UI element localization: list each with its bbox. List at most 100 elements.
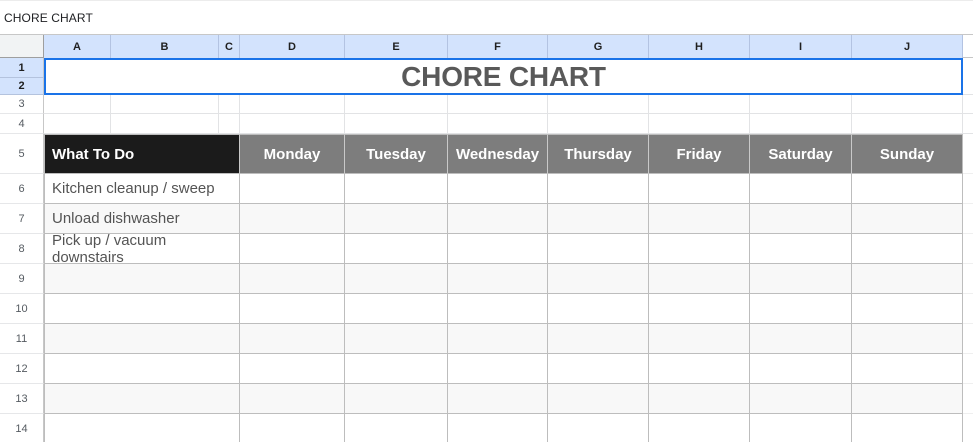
cell[interactable] xyxy=(345,114,448,134)
cell[interactable] xyxy=(548,114,649,134)
cell[interactable] xyxy=(750,95,852,114)
day-cell[interactable] xyxy=(852,234,963,264)
day-cell[interactable] xyxy=(649,234,750,264)
cell[interactable] xyxy=(219,95,240,114)
row-header-11[interactable]: 11 xyxy=(0,324,44,354)
day-cell[interactable] xyxy=(345,324,448,354)
day-cell[interactable] xyxy=(852,174,963,204)
col-header-d[interactable]: D xyxy=(240,35,345,58)
day-cell[interactable] xyxy=(448,414,548,442)
row-header-13[interactable]: 13 xyxy=(0,384,44,414)
day-cell[interactable] xyxy=(240,294,345,324)
day-cell[interactable] xyxy=(448,234,548,264)
day-cell[interactable] xyxy=(852,384,963,414)
day-cell[interactable] xyxy=(852,204,963,234)
day-cell[interactable] xyxy=(345,384,448,414)
col-header-h[interactable]: H xyxy=(649,35,750,58)
day-cell[interactable] xyxy=(448,204,548,234)
day-header-thursday[interactable]: Thursday xyxy=(548,134,649,174)
day-cell[interactable] xyxy=(240,264,345,294)
day-cell[interactable] xyxy=(548,324,649,354)
chore-cell-kitchen[interactable]: Kitchen cleanup / sweep xyxy=(44,174,240,204)
day-cell[interactable] xyxy=(750,264,852,294)
day-cell[interactable] xyxy=(240,324,345,354)
chore-cell-empty[interactable] xyxy=(44,384,240,414)
day-cell[interactable] xyxy=(345,174,448,204)
cell[interactable] xyxy=(44,114,111,134)
cell[interactable] xyxy=(750,114,852,134)
day-cell[interactable] xyxy=(649,414,750,442)
chore-cell-empty[interactable] xyxy=(44,294,240,324)
row-header-7[interactable]: 7 xyxy=(0,204,44,234)
day-cell[interactable] xyxy=(852,264,963,294)
row-header-9[interactable]: 9 xyxy=(0,264,44,294)
day-header-sunday[interactable]: Sunday xyxy=(852,134,963,174)
chore-cell-empty[interactable] xyxy=(44,354,240,384)
cell[interactable] xyxy=(44,95,111,114)
select-all-corner[interactable] xyxy=(0,35,44,58)
row-header-6[interactable]: 6 xyxy=(0,174,44,204)
day-cell[interactable] xyxy=(240,414,345,442)
chore-cell-empty[interactable] xyxy=(44,264,240,294)
cell[interactable] xyxy=(240,95,345,114)
chore-cell-dishwasher[interactable]: Unload dishwasher xyxy=(44,204,240,234)
day-header-wednesday[interactable]: Wednesday xyxy=(448,134,548,174)
col-header-j[interactable]: J xyxy=(852,35,963,58)
col-header-g[interactable]: G xyxy=(548,35,649,58)
day-cell[interactable] xyxy=(448,384,548,414)
what-to-do-header-cell[interactable]: What To Do xyxy=(44,134,240,174)
day-cell[interactable] xyxy=(240,234,345,264)
day-cell[interactable] xyxy=(345,354,448,384)
col-header-c[interactable]: C xyxy=(219,35,240,58)
day-header-monday[interactable]: Monday xyxy=(240,134,345,174)
day-cell[interactable] xyxy=(548,264,649,294)
day-cell[interactable] xyxy=(240,174,345,204)
day-cell[interactable] xyxy=(548,294,649,324)
chore-cell-vacuum[interactable]: Pick up / vacuum downstairs xyxy=(44,232,240,266)
day-cell[interactable] xyxy=(852,294,963,324)
day-cell[interactable] xyxy=(750,174,852,204)
day-cell[interactable] xyxy=(852,354,963,384)
row-header-1[interactable]: 1 xyxy=(0,58,44,78)
day-cell[interactable] xyxy=(750,354,852,384)
day-cell[interactable] xyxy=(448,294,548,324)
day-cell[interactable] xyxy=(345,234,448,264)
col-header-a[interactable]: A xyxy=(44,35,111,58)
cell[interactable] xyxy=(111,114,219,134)
col-header-b[interactable]: B xyxy=(111,35,219,58)
row-header-3[interactable]: 3 xyxy=(0,95,44,114)
day-cell[interactable] xyxy=(750,384,852,414)
day-cell[interactable] xyxy=(345,264,448,294)
day-cell[interactable] xyxy=(649,324,750,354)
cell[interactable] xyxy=(649,95,750,114)
day-cell[interactable] xyxy=(750,414,852,442)
row-header-4[interactable]: 4 xyxy=(0,114,44,134)
day-cell[interactable] xyxy=(649,264,750,294)
day-cell[interactable] xyxy=(448,264,548,294)
day-cell[interactable] xyxy=(649,354,750,384)
day-cell[interactable] xyxy=(448,174,548,204)
day-cell[interactable] xyxy=(240,354,345,384)
title-merged-cell[interactable]: CHORE CHART xyxy=(44,58,963,95)
cell[interactable] xyxy=(240,114,345,134)
col-header-f[interactable]: F xyxy=(448,35,548,58)
cell[interactable] xyxy=(448,114,548,134)
row-header-14[interactable]: 14 xyxy=(0,414,44,442)
day-cell[interactable] xyxy=(548,354,649,384)
row-header-10[interactable]: 10 xyxy=(0,294,44,324)
cell[interactable] xyxy=(448,95,548,114)
day-cell[interactable] xyxy=(750,294,852,324)
day-cell[interactable] xyxy=(750,324,852,354)
day-cell[interactable] xyxy=(649,294,750,324)
day-header-tuesday[interactable]: Tuesday xyxy=(345,134,448,174)
day-cell[interactable] xyxy=(852,324,963,354)
day-cell[interactable] xyxy=(240,204,345,234)
day-cell[interactable] xyxy=(649,204,750,234)
day-cell[interactable] xyxy=(548,414,649,442)
day-cell[interactable] xyxy=(240,384,345,414)
day-cell[interactable] xyxy=(345,204,448,234)
day-header-saturday[interactable]: Saturday xyxy=(750,134,852,174)
chore-cell-empty[interactable] xyxy=(44,324,240,354)
day-cell[interactable] xyxy=(548,384,649,414)
cell[interactable] xyxy=(219,114,240,134)
